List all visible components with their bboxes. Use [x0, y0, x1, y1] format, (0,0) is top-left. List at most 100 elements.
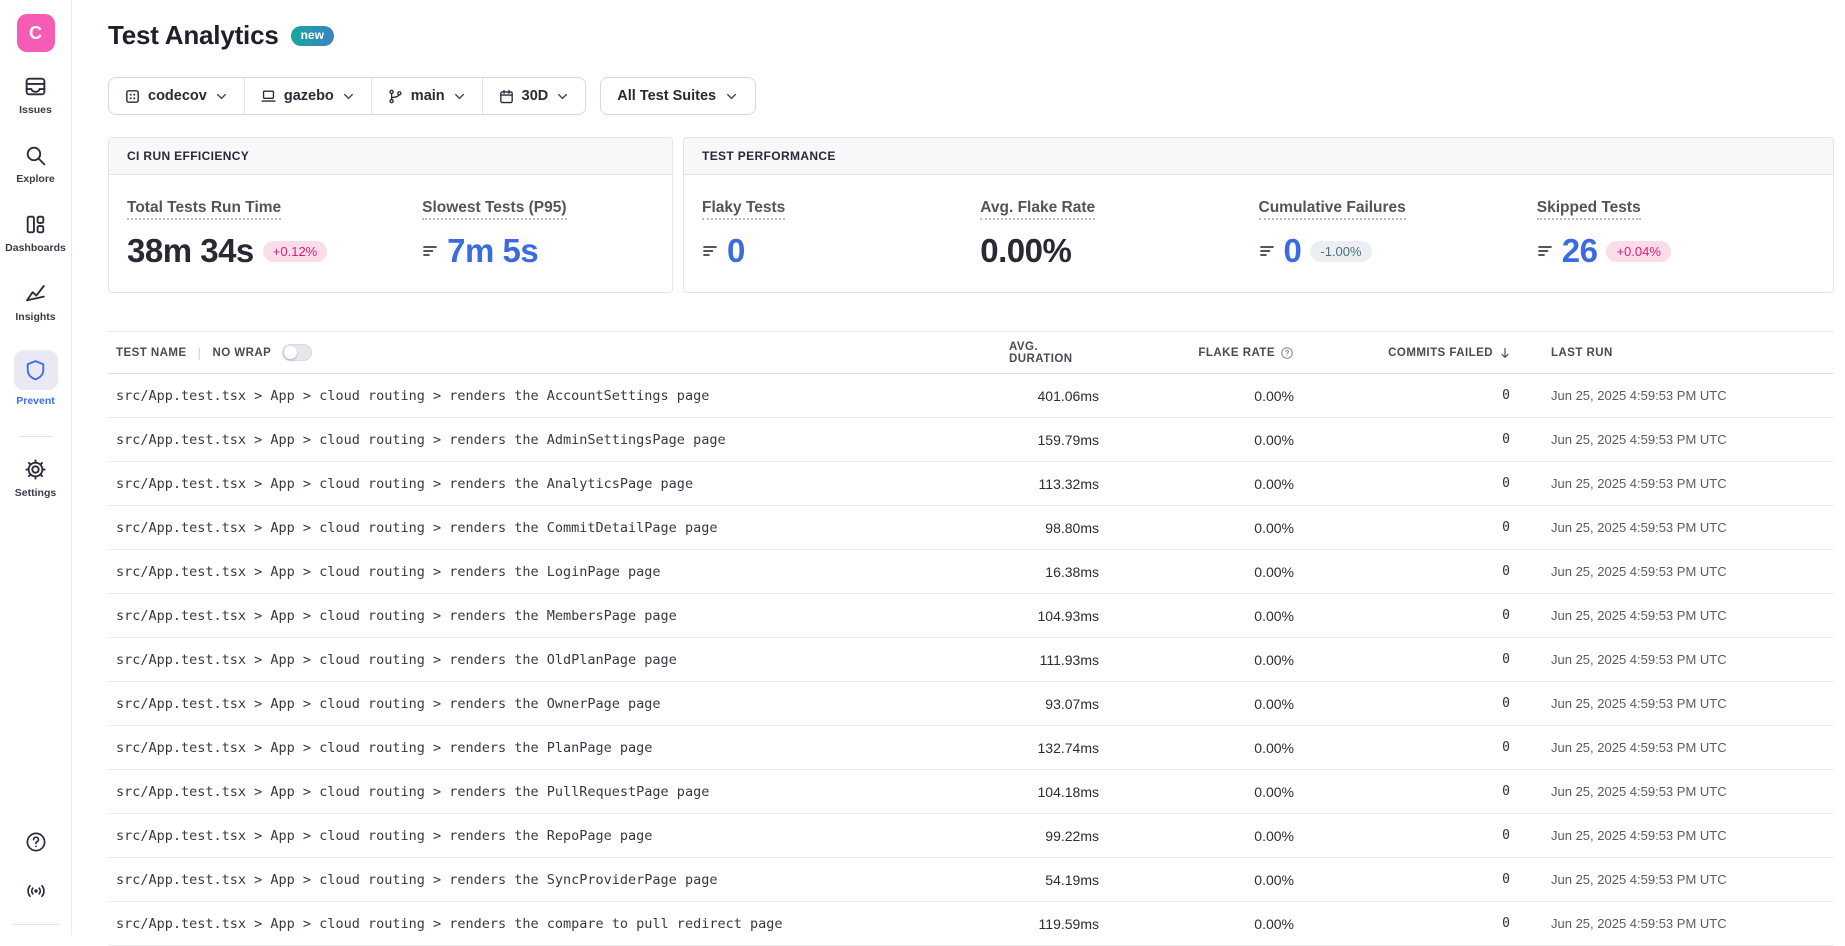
cell-test-name[interactable]: src/App.test.tsx > App > cloud routing >… — [108, 828, 1009, 844]
trend-badge-skipped-tests: +0.04% — [1606, 241, 1670, 262]
cell-last-run: Jun 25, 2025 4:59:53 PM UTC — [1542, 476, 1834, 491]
cell-flake-rate: 0.00% — [1129, 520, 1324, 536]
cell-flake-rate: 0.00% — [1129, 564, 1324, 580]
new-feature-badge: new — [291, 26, 334, 46]
filter-funnel-icon[interactable] — [1259, 243, 1275, 259]
sidebar-item-dashboards[interactable]: Dashboards — [5, 212, 66, 254]
table-row[interactable]: src/App.test.tsx > App > cloud routing >… — [108, 638, 1834, 682]
cell-avg-duration: 159.79ms — [1009, 432, 1129, 448]
test-suites-dropdown[interactable]: All Test Suites — [600, 77, 756, 115]
filter-funnel-icon[interactable] — [1537, 243, 1553, 259]
sidebar-bottom-divider — [13, 924, 59, 925]
org-avatar[interactable]: C — [17, 14, 55, 52]
sidebar-item-insights[interactable]: Insights — [15, 281, 55, 323]
cell-test-name[interactable]: src/App.test.tsx > App > cloud routing >… — [108, 476, 1009, 492]
sidebar-label-insights: Insights — [15, 311, 55, 323]
cell-test-name[interactable]: src/App.test.tsx > App > cloud routing >… — [108, 696, 1009, 712]
table-row[interactable]: src/App.test.tsx > App > cloud routing >… — [108, 462, 1834, 506]
cell-commits-failed: 0 — [1324, 608, 1542, 623]
filter-bar: codecov gazebo main — [108, 77, 1834, 115]
table-row[interactable]: src/App.test.tsx > App > cloud routing >… — [108, 814, 1834, 858]
calendar-icon — [498, 88, 515, 105]
org-selector-value: codecov — [148, 88, 207, 104]
stat-value-slowest-tests[interactable]: 7m 5s — [447, 232, 538, 270]
column-header-commits-failed[interactable]: COMMITS FAILED — [1388, 347, 1493, 359]
cell-test-name[interactable]: src/App.test.tsx > App > cloud routing >… — [108, 564, 1009, 580]
cell-flake-rate: 0.00% — [1129, 784, 1324, 800]
issues-icon — [23, 74, 48, 99]
table-row[interactable]: src/App.test.tsx > App > cloud routing >… — [108, 418, 1834, 462]
table-row[interactable]: src/App.test.tsx > App > cloud routing >… — [108, 506, 1834, 550]
dashboards-icon — [23, 212, 48, 237]
cell-test-name[interactable]: src/App.test.tsx > App > cloud routing >… — [108, 916, 1009, 932]
chevron-down-icon — [724, 89, 739, 104]
cell-commits-failed: 0 — [1324, 740, 1542, 755]
cell-last-run: Jun 25, 2025 4:59:53 PM UTC — [1542, 828, 1834, 843]
sort-descending-arrow-icon[interactable] — [1498, 346, 1512, 360]
sidebar-item-issues[interactable]: Issues — [19, 74, 52, 116]
branch-selector-value: main — [411, 88, 445, 104]
cell-test-name[interactable]: src/App.test.tsx > App > cloud routing >… — [108, 608, 1009, 624]
cell-commits-failed: 0 — [1324, 388, 1542, 403]
info-circle-icon[interactable] — [1280, 346, 1294, 360]
cell-avg-duration: 132.74ms — [1009, 740, 1129, 756]
cell-flake-rate: 0.00% — [1129, 476, 1324, 492]
cell-test-name[interactable]: src/App.test.tsx > App > cloud routing >… — [108, 872, 1009, 888]
insights-chart-icon — [23, 281, 48, 306]
page-title: Test Analytics — [108, 20, 279, 51]
cell-avg-duration: 111.93ms — [1009, 652, 1129, 668]
org-avatar-letter: C — [29, 23, 42, 44]
stat-label-skipped-tests: Skipped Tests — [1537, 199, 1641, 220]
ci-run-efficiency-panel: CI RUN EFFICIENCY Total Tests Run Time 3… — [108, 137, 673, 293]
search-icon — [23, 143, 48, 168]
stat-label-total-run-time: Total Tests Run Time — [127, 199, 281, 220]
filter-funnel-icon[interactable] — [422, 243, 438, 259]
cell-test-name[interactable]: src/App.test.tsx > App > cloud routing >… — [108, 520, 1009, 536]
column-header-flake-rate[interactable]: FLAKE RATE — [1198, 347, 1275, 359]
repo-selector-value: gazebo — [284, 88, 334, 104]
sidebar-item-explore[interactable]: Explore — [16, 143, 55, 185]
filter-funnel-icon[interactable] — [702, 243, 718, 259]
stat-value-flaky-tests[interactable]: 0 — [727, 232, 745, 270]
cell-test-name[interactable]: src/App.test.tsx > App > cloud routing >… — [108, 388, 1009, 404]
table-row[interactable]: src/App.test.tsx > App > cloud routing >… — [108, 858, 1834, 902]
table-row[interactable]: src/App.test.tsx > App > cloud routing >… — [108, 374, 1834, 418]
chevron-down-icon — [555, 89, 570, 104]
sidebar-item-prevent[interactable]: Prevent — [14, 350, 58, 407]
org-selector[interactable]: codecov — [109, 78, 245, 114]
table-row[interactable]: src/App.test.tsx > App > cloud routing >… — [108, 770, 1834, 814]
no-wrap-toggle[interactable] — [282, 344, 312, 361]
cell-avg-duration: 104.18ms — [1009, 784, 1129, 800]
table-row[interactable]: src/App.test.tsx > App > cloud routing >… — [108, 726, 1834, 770]
column-header-last-run[interactable]: LAST RUN — [1551, 347, 1613, 359]
stat-value-cumulative-failures[interactable]: 0 — [1284, 232, 1302, 270]
date-range-selector[interactable]: 30D — [483, 78, 586, 114]
branch-selector[interactable]: main — [372, 78, 483, 114]
cell-test-name[interactable]: src/App.test.tsx > App > cloud routing >… — [108, 740, 1009, 756]
cell-test-name[interactable]: src/App.test.tsx > App > cloud routing >… — [108, 432, 1009, 448]
help-button[interactable] — [24, 830, 48, 859]
org-grid-icon — [124, 88, 141, 105]
table-row[interactable]: src/App.test.tsx > App > cloud routing >… — [108, 594, 1834, 638]
whats-new-button[interactable] — [24, 879, 48, 908]
test-performance-panel: TEST PERFORMANCE Flaky Tests 0 Avg. Flak… — [683, 137, 1834, 293]
column-header-test-name[interactable]: TEST NAME — [116, 347, 187, 359]
sidebar-item-settings[interactable]: Settings — [15, 457, 56, 499]
table-row[interactable]: src/App.test.tsx > App > cloud routing >… — [108, 902, 1834, 946]
table-row[interactable]: src/App.test.tsx > App > cloud routing >… — [108, 682, 1834, 726]
chevron-down-icon — [214, 89, 229, 104]
no-wrap-label: NO WRAP — [212, 347, 271, 359]
cell-commits-failed: 0 — [1324, 476, 1542, 491]
stat-flaky-tests: Flaky Tests 0 — [702, 199, 980, 270]
stat-value-skipped-tests[interactable]: 26 — [1562, 232, 1598, 270]
table-row[interactable]: src/App.test.tsx > App > cloud routing >… — [108, 550, 1834, 594]
cell-test-name[interactable]: src/App.test.tsx > App > cloud routing >… — [108, 652, 1009, 668]
cell-avg-duration: 99.22ms — [1009, 828, 1129, 844]
column-header-avg-duration[interactable]: AVG. DURATION — [1009, 341, 1099, 365]
cell-last-run: Jun 25, 2025 4:59:53 PM UTC — [1542, 520, 1834, 535]
repo-selector[interactable]: gazebo — [245, 78, 372, 114]
stat-cumulative-failures: Cumulative Failures 0 -1.00% — [1259, 199, 1537, 270]
cell-test-name[interactable]: src/App.test.tsx > App > cloud routing >… — [108, 784, 1009, 800]
cell-last-run: Jun 25, 2025 4:59:53 PM UTC — [1542, 784, 1834, 799]
cell-commits-failed: 0 — [1324, 916, 1542, 931]
